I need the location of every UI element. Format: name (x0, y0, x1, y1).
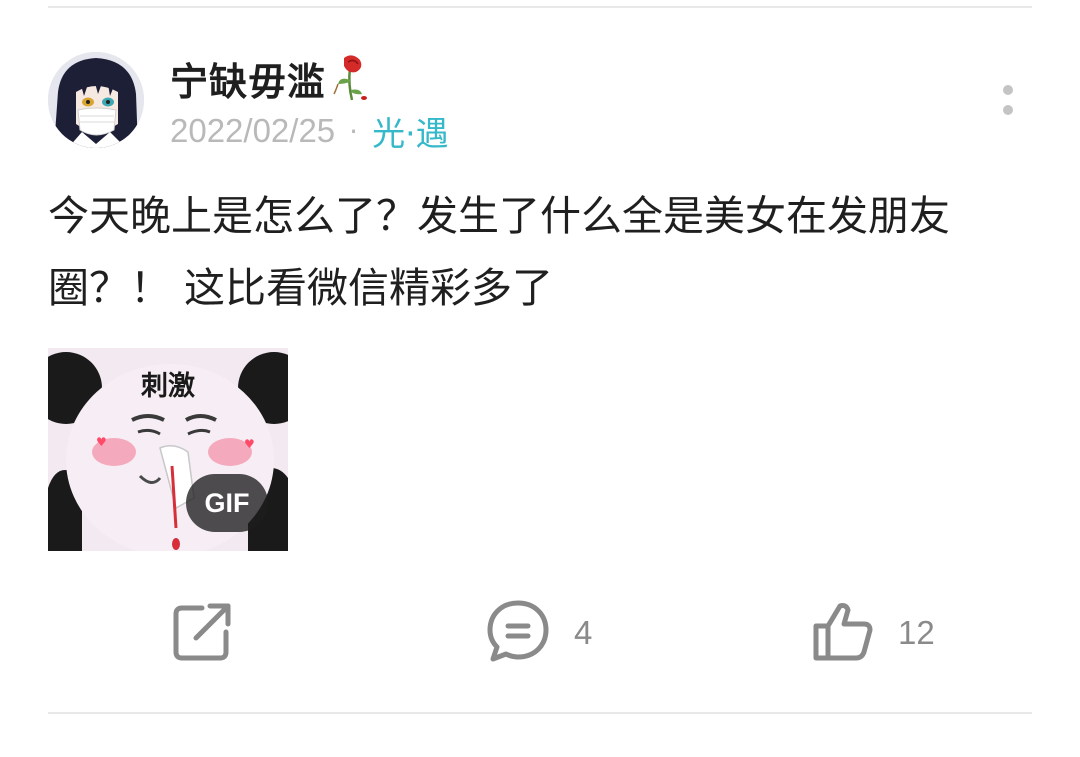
svg-text:♥: ♥ (244, 437, 255, 451)
comment-count: 4 (574, 614, 593, 651)
comment-icon (486, 599, 550, 667)
image-caption: 刺激 (141, 371, 195, 402)
wilted-rose-icon (330, 54, 374, 102)
svg-text:♥: ♥ (96, 435, 107, 449)
post-text: 今天晚上是怎么了？发生了什么全是美女在发朋友圈？！ 这比看微信精彩多了 (48, 192, 950, 312)
username[interactable]: 宁缺毋滥 (170, 51, 326, 106)
meta-separator: · (349, 114, 359, 148)
avatar[interactable] (48, 52, 144, 148)
more-dot-icon (1003, 85, 1013, 95)
like-count: 12 (898, 614, 935, 651)
post-date: 2022/02/25 (170, 112, 336, 149)
source-link[interactable]: 光·遇 (372, 107, 449, 155)
username-row: 宁缺毋滥 (170, 52, 374, 104)
more-options-button[interactable] (994, 80, 1022, 124)
bottom-divider (48, 712, 1032, 714)
more-dot-icon (1003, 105, 1013, 115)
like-button[interactable]: 12 (812, 598, 935, 668)
gif-badge: GIF (186, 474, 268, 532)
top-divider (48, 6, 1032, 8)
comment-button[interactable]: 4 (486, 598, 592, 668)
share-button[interactable] (172, 598, 234, 668)
share-icon (172, 600, 234, 666)
thumbs-up-icon (812, 600, 874, 666)
post-meta: 2022/02/25 · 光·遇 (170, 106, 449, 156)
post-gif-image[interactable]: ♥ ♥ 刺激 GIF (48, 348, 288, 551)
